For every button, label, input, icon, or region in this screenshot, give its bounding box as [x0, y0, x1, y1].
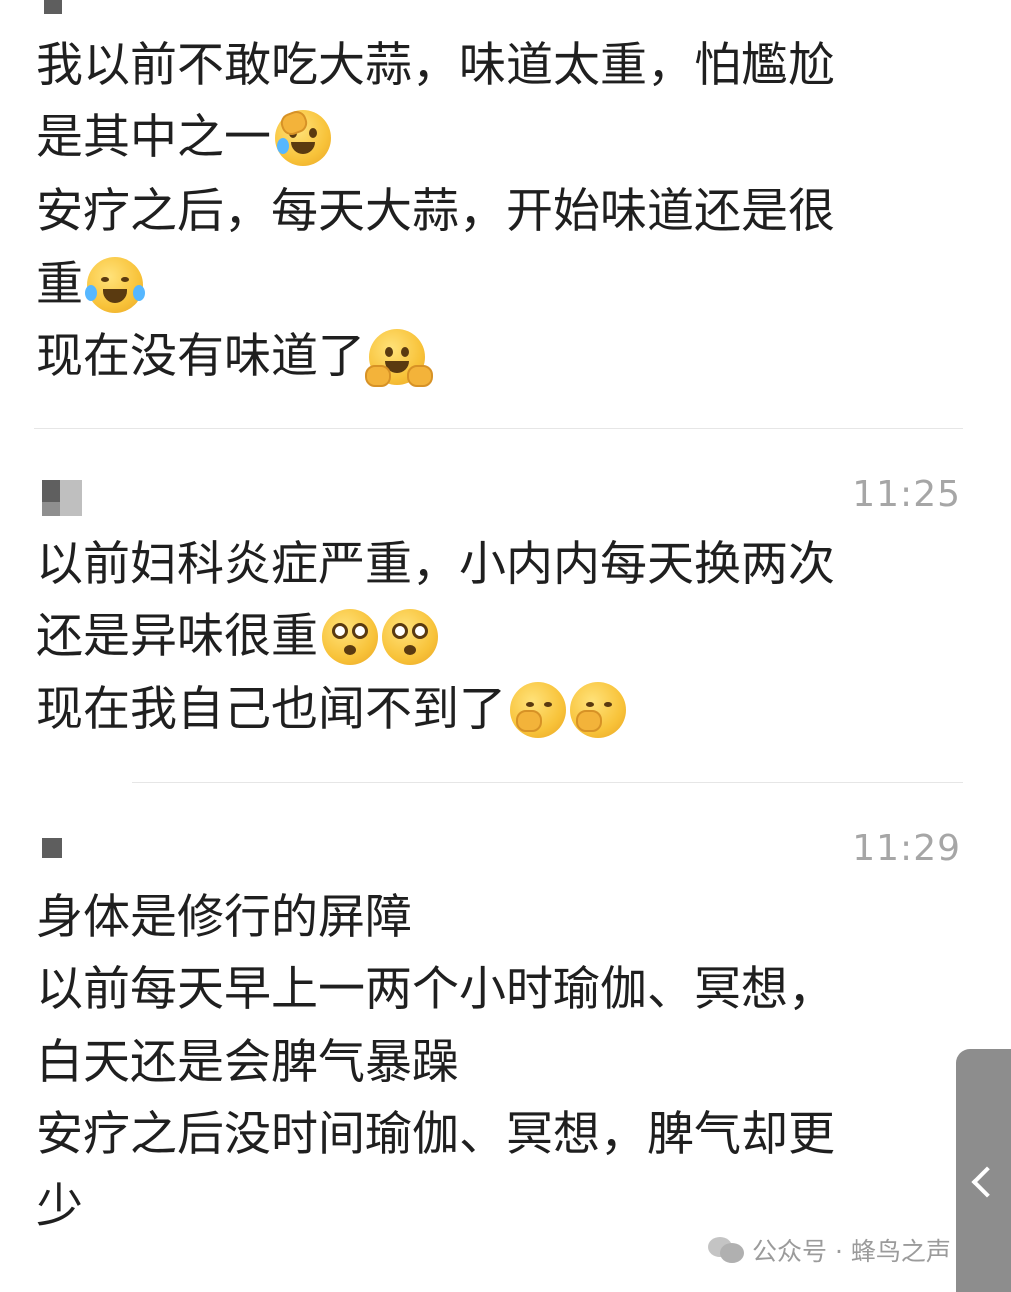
message-text: 我以前不敢吃大蒜，味道太重，怕尷尬	[36, 38, 835, 93]
message-time: 11:29	[852, 828, 961, 869]
watermark-text: 公众号 · 蜂鸟之声	[752, 1237, 951, 1266]
message-line: 我以前不敢吃大蒜，味道太重，怕尷尬	[36, 36, 835, 96]
divider	[132, 782, 963, 783]
message-text: 安疗之后没时间瑜伽、冥想，脾气却更	[36, 1107, 835, 1162]
message-line: 是其中之一	[36, 108, 331, 168]
watermark: 公众号 · 蜂鸟之声	[708, 1232, 951, 1268]
collapse-side-tab[interactable]	[956, 1049, 1011, 1292]
message-line: 白天还是会脾气暴躁	[36, 1033, 459, 1093]
message-text: 以前妇科炎症严重，小内内每天换两次	[36, 537, 835, 592]
face-palm-emoji	[275, 108, 331, 166]
chevron-left-icon	[971, 1166, 1003, 1198]
message-line: 安疗之后，每天大蒜，开始味道还是很	[36, 182, 835, 242]
message-text: 还是异味很重	[36, 609, 318, 664]
message-line: 还是异味很重	[36, 607, 438, 667]
message-line: 重	[36, 255, 145, 315]
wechat-icon	[708, 1237, 744, 1263]
laugh-cry-emoji	[85, 257, 145, 313]
message-text: 少	[36, 1179, 83, 1234]
message-line: 安疗之后没时间瑜伽、冥想，脾气却更	[36, 1105, 835, 1165]
message-text: 以前每天早上一两个小时瑜伽、冥想，	[36, 962, 835, 1017]
message-text: 身体是修行的屏障	[36, 890, 412, 945]
avatar	[42, 838, 62, 858]
dizzy-emoji	[322, 609, 378, 665]
divider	[34, 428, 963, 429]
message-line: 身体是修行的屏障	[36, 888, 412, 948]
message-line: 以前妇科炎症严重，小内内每天换两次	[36, 535, 835, 595]
message-line: 现在我自己也闻不到了	[36, 680, 626, 740]
message-line: 现在没有味道了	[36, 327, 433, 387]
avatar	[42, 480, 82, 516]
message-text: 现在我自己也闻不到了	[36, 682, 506, 737]
message-line: 少	[36, 1177, 83, 1237]
message-text: 白天还是会脾气暴躁	[36, 1035, 459, 1090]
dizzy-emoji	[382, 609, 438, 665]
shy-emoji	[570, 682, 626, 738]
shy-emoji	[510, 682, 566, 738]
happy-hands-emoji	[365, 329, 433, 387]
message-text: 现在没有味道了	[36, 329, 365, 384]
message-time: 11:25	[852, 474, 961, 515]
message-text: 重	[36, 257, 83, 312]
avatar	[44, 0, 62, 14]
message-text: 安疗之后，每天大蒜，开始味道还是很	[36, 184, 835, 239]
message-line: 以前每天早上一两个小时瑜伽、冥想，	[36, 960, 835, 1020]
message-text: 是其中之一	[36, 110, 271, 165]
